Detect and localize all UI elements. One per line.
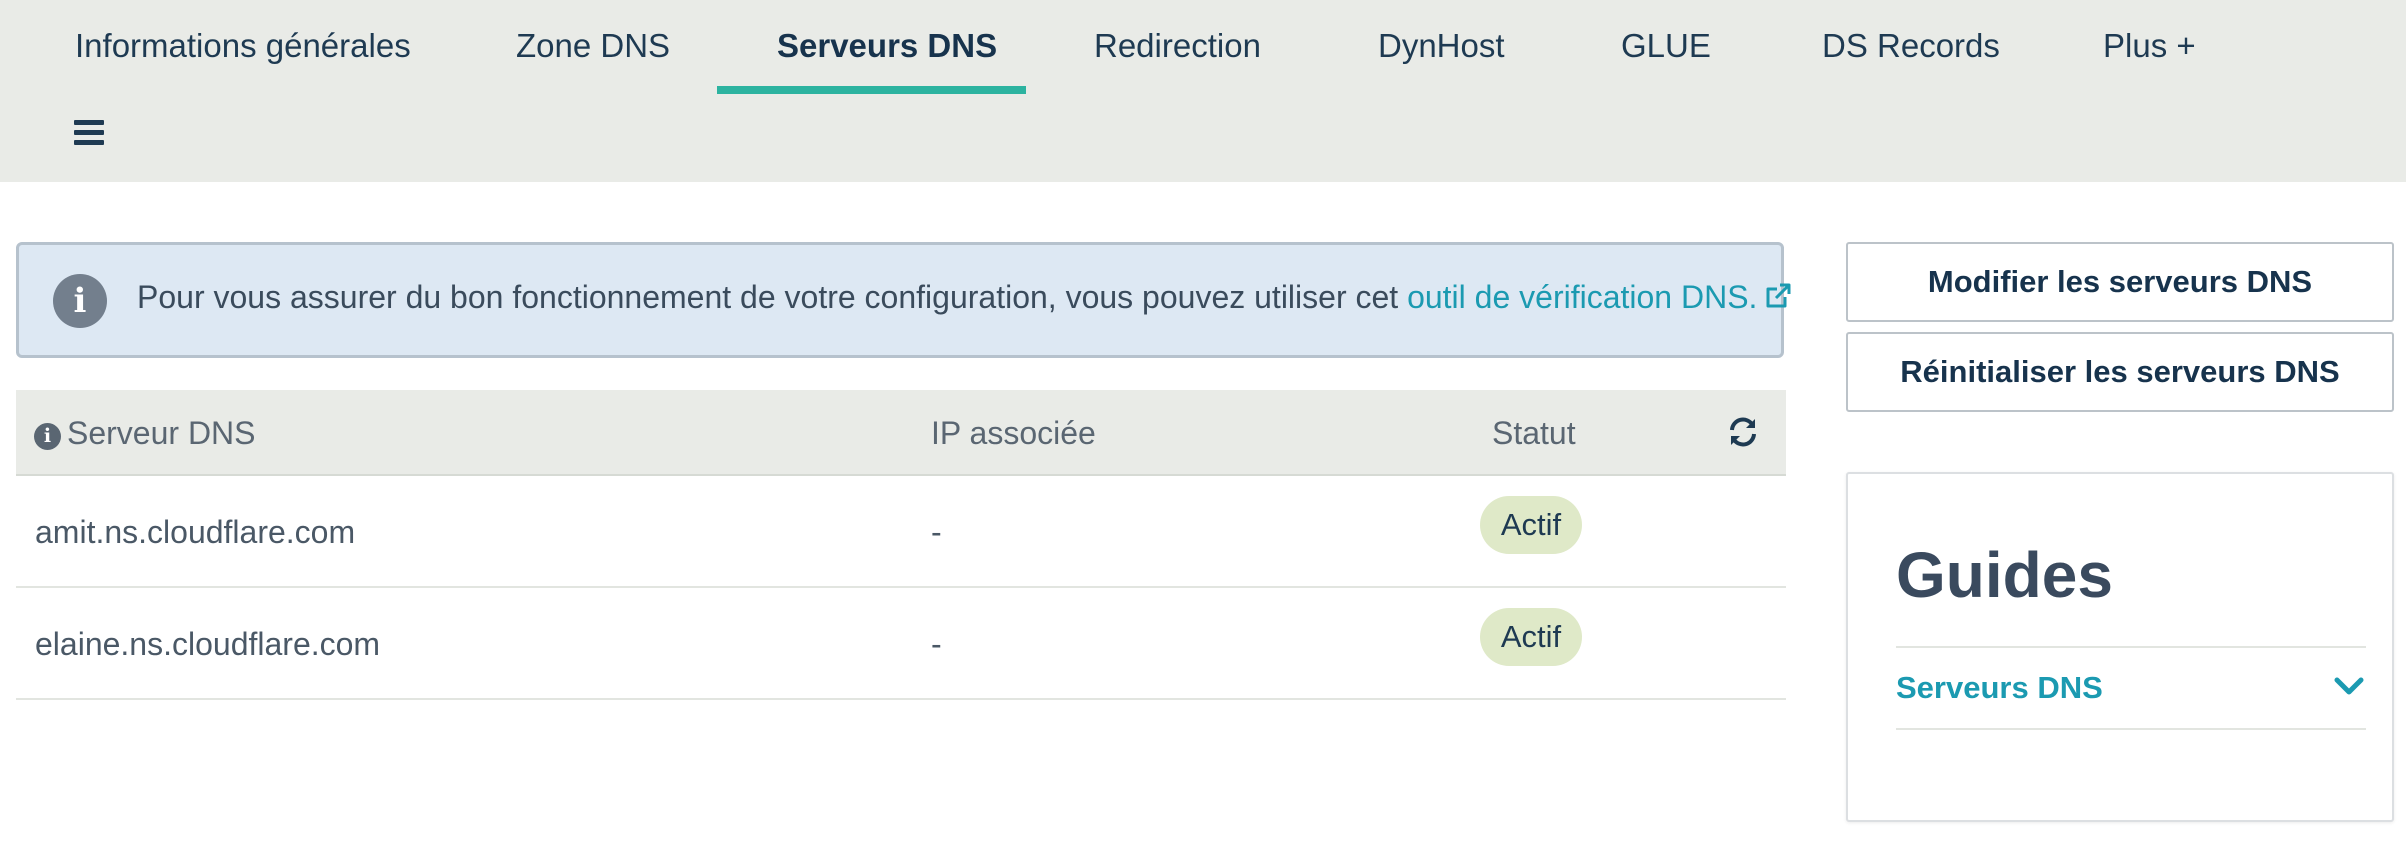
column-header-status: Statut	[1492, 415, 1576, 451]
reset-dns-servers-button[interactable]: Réinitialiser les serveurs DNS	[1846, 332, 2394, 412]
info-circle-icon[interactable]: i	[34, 423, 61, 450]
dns-check-tool-link-label: outil de vérification DNS.	[1407, 279, 1758, 315]
dns-check-tool-link[interactable]: outil de vérification DNS.	[1407, 279, 1793, 315]
tab-informations-generales[interactable]: Informations générales	[75, 0, 411, 94]
tab-redirection[interactable]: Redirection	[1094, 0, 1261, 94]
tab-dynhost[interactable]: DynHost	[1378, 0, 1505, 94]
guides-title: Guides	[1896, 539, 2113, 611]
table-row: elaine.ns.cloudflare.com - Actif	[16, 588, 1786, 700]
status-badge: Actif	[1480, 608, 1582, 666]
table-row: amit.ns.cloudflare.com - Actif	[16, 476, 1786, 588]
alert-text: Pour vous assurer du bon fonctionnement …	[137, 279, 1408, 315]
tab-bar: Informations générales Zone DNS Serveurs…	[0, 0, 2406, 182]
column-header-server: i Serveur DNS	[34, 390, 256, 476]
tab-ds-records[interactable]: DS Records	[1822, 0, 2000, 94]
external-link-icon	[1766, 283, 1791, 308]
chevron-down-icon	[2334, 677, 2364, 695]
dns-check-info-alert: i Pour vous assurer du bon fonctionnemen…	[16, 242, 1791, 358]
status-badge: Actif	[1480, 496, 1582, 554]
divider	[1896, 728, 2366, 730]
guides-panel: Guides Serveurs DNS	[1846, 472, 2394, 822]
tab-plus[interactable]: Plus +	[2103, 0, 2196, 94]
hamburger-menu-icon[interactable]	[74, 120, 104, 146]
associated-ip: -	[931, 514, 942, 550]
column-header-server-label: Serveur DNS	[67, 415, 256, 451]
dns-server-name: elaine.ns.cloudflare.com	[35, 626, 381, 662]
column-header-ip: IP associée	[931, 415, 1096, 451]
active-tab-indicator	[717, 86, 1026, 94]
tab-zone-dns[interactable]: Zone DNS	[516, 0, 670, 94]
table-header: i Serveur DNS IP associée Statut	[16, 390, 1786, 476]
dns-servers-table: i Serveur DNS IP associée Statut amit.ns.…	[16, 390, 1786, 700]
guide-item-label: Serveurs DNS	[1896, 670, 2103, 705]
associated-ip: -	[931, 626, 942, 662]
modify-dns-servers-button[interactable]: Modifier les serveurs DNS	[1846, 242, 2394, 322]
guide-item-serveurs-dns[interactable]: Serveurs DNS	[1896, 648, 2366, 728]
tab-glue[interactable]: GLUE	[1621, 0, 1711, 94]
alert-message: Pour vous assurer du bon fonctionnement …	[137, 279, 1793, 316]
info-circle-icon: i	[53, 274, 107, 328]
dns-server-name: amit.ns.cloudflare.com	[35, 514, 356, 550]
tab-serveurs-dns[interactable]: Serveurs DNS	[777, 0, 997, 94]
refresh-icon[interactable]	[1726, 415, 1760, 449]
